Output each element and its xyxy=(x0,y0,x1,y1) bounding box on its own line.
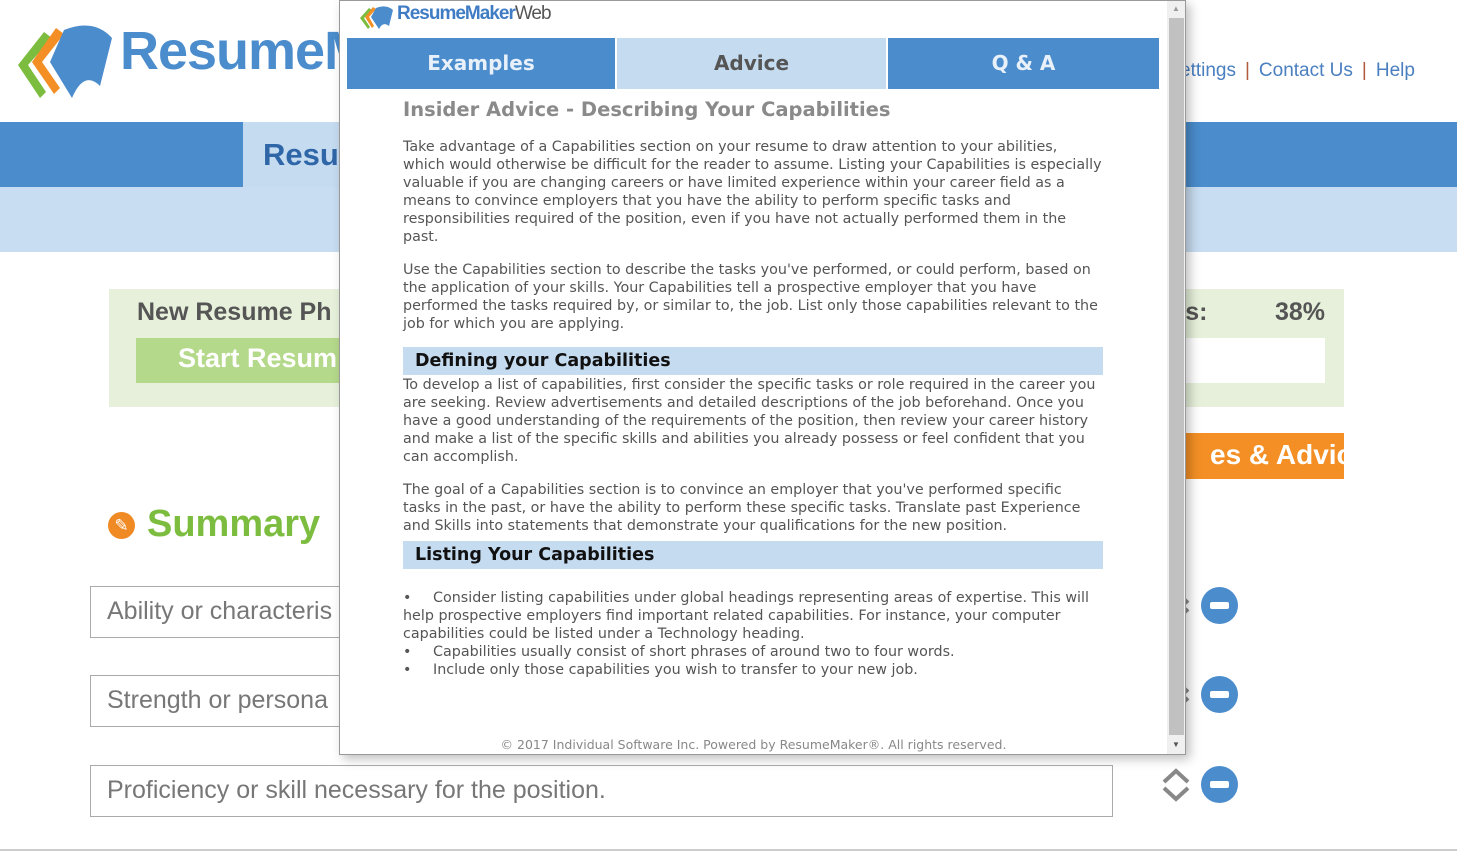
pencil-icon: ✎ xyxy=(108,512,135,539)
help-link[interactable]: Help xyxy=(1376,60,1415,81)
contact-us-link[interactable]: Contact Us xyxy=(1259,60,1353,81)
section-paragraph: The goal of a Capabilities section is to… xyxy=(403,482,1081,534)
remove-icon[interactable] xyxy=(1201,676,1238,713)
list-item: Include only those capabilities you wish… xyxy=(403,661,1103,679)
intro-paragraph: Use the Capabilities section to describe… xyxy=(403,262,1098,332)
settings-link[interactable]: ettings xyxy=(1180,60,1236,81)
resumemaker-web-logo-icon xyxy=(360,6,393,30)
section-heading: Listing Your Capabilities xyxy=(403,541,1103,569)
advice-title: Insider Advice - Describing Your Capabil… xyxy=(403,98,891,121)
section-title: Summary xyxy=(147,503,321,545)
intro-paragraph: Take advantage of a Capabilities section… xyxy=(403,139,1102,245)
phase-label: New Resume Ph xyxy=(137,298,332,326)
section-paragraph: To develop a list of capabilities, first… xyxy=(403,377,1096,465)
start-resume-button[interactable]: Start Resum xyxy=(136,338,356,383)
popup-logo-text: ResumeMakerWeb xyxy=(397,3,552,24)
remove-icon[interactable] xyxy=(1201,766,1238,803)
list-item: Capabilities usually consist of short ph… xyxy=(403,643,1103,661)
advice-popup: ResumeMakerWeb Examples Advice Q & A Ins… xyxy=(339,0,1186,755)
progress-bar xyxy=(1186,338,1325,383)
tab-advice[interactable]: Advice xyxy=(617,38,886,89)
tab-qa[interactable]: Q & A xyxy=(888,38,1159,89)
list-item: Consider listing capabilities under glob… xyxy=(403,589,1103,643)
advice-content: Insider Advice - Describing Your Capabil… xyxy=(403,98,1103,679)
scrollbar-thumb[interactable] xyxy=(1169,18,1184,735)
capabilities-list: Consider listing capabilities under glob… xyxy=(403,589,1103,679)
remove-icon[interactable] xyxy=(1201,587,1238,624)
scrollbar[interactable]: ▲ ▼ xyxy=(1167,1,1185,754)
copyright-footer: © 2017 Individual Software Inc. Powered … xyxy=(500,737,1007,752)
scroll-down-icon[interactable]: ▼ xyxy=(1172,740,1180,749)
examples-advice-button[interactable]: es & Advice xyxy=(1180,433,1344,479)
progress-percent: 38% xyxy=(1275,298,1326,326)
tab-examples[interactable]: Examples xyxy=(347,38,615,89)
top-links: ettings | Contact Us | Help xyxy=(1180,60,1415,81)
resumemaker-logo-icon xyxy=(18,25,112,98)
reorder-icon[interactable] xyxy=(1161,768,1191,802)
section-heading: Defining your Capabilities xyxy=(403,347,1103,375)
scroll-up-icon[interactable]: ▲ xyxy=(1172,4,1180,13)
summary-input-3[interactable]: Proficiency or skill necessary for the p… xyxy=(90,765,1113,817)
